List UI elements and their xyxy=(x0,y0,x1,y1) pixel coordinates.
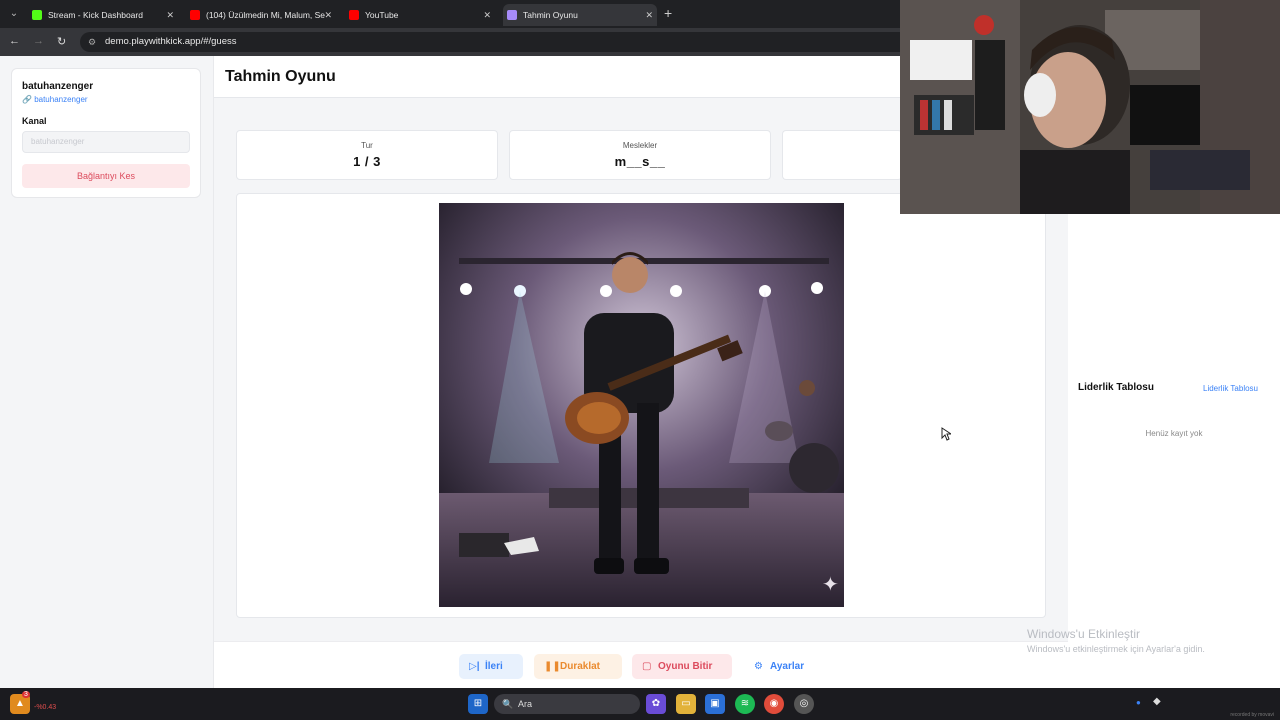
round-value: 1 / 3 xyxy=(353,154,381,169)
recorder-watermark: recorded by movavi xyxy=(1230,712,1274,718)
tab-title: Stream - Kick Dashboard xyxy=(48,10,143,20)
kanal-input[interactable]: batuhanzenger xyxy=(22,131,190,153)
watermark-title: Windows'u Etkinleştir xyxy=(1027,627,1140,641)
spotify-icon[interactable]: ≋ xyxy=(735,694,755,714)
end-game-button[interactable]: ▢ Oyunu Bitir xyxy=(632,654,732,679)
close-tab-icon[interactable]: ✕ xyxy=(483,4,491,26)
taskbar-search-placeholder: Ara xyxy=(518,699,533,709)
chrome-icon[interactable]: ◉ xyxy=(764,694,784,714)
skip-icon: ▷| xyxy=(469,661,480,672)
tab-tahmin-oyunu[interactable]: Tahmin Oyunu ✕ xyxy=(503,4,657,26)
image-panel: ✦ xyxy=(236,193,1046,618)
app-icon[interactable]: ◎ xyxy=(794,694,814,714)
windows-taskbar: ▲ 3 -%0.43 ⊞ 🔍 Ara ✿ ▭ ▣ ≋ ◉ ◎ ● ◆ recor… xyxy=(0,688,1280,720)
url-field[interactable]: ⚙ demo.playwithkick.app/#/guess xyxy=(80,32,910,52)
round-stat-card: Tur 1 / 3 xyxy=(236,130,498,180)
leaderboard-panel: Liderlik Tablosu Liderlik Tablosu Henüz … xyxy=(1068,214,1280,688)
settings-label: Ayarlar xyxy=(770,661,805,672)
channel-card: batuhanzenger 🔗 batuhanzenger Kanal batu… xyxy=(11,68,201,198)
stop-icon: ▢ xyxy=(642,661,652,672)
url-text: demo.playwithkick.app/#/guess xyxy=(105,36,237,47)
copilot-icon[interactable]: ✿ xyxy=(646,694,666,714)
tab-search-chevron-icon[interactable]: ⌄ xyxy=(6,6,22,22)
youtube-favicon-icon xyxy=(190,10,200,20)
tab-title: (104) Üzülmedin Mi, Malum, Se xyxy=(206,10,326,20)
store-icon[interactable]: ▣ xyxy=(705,694,725,714)
kick-favicon-icon xyxy=(32,10,42,20)
kanal-label: Kanal xyxy=(22,116,47,126)
tray-icon[interactable]: ◆ xyxy=(1153,696,1161,707)
guess-image: ✦ xyxy=(439,203,844,607)
forward-arrow-icon[interactable]: → xyxy=(33,35,44,47)
third-stat-card xyxy=(782,130,902,180)
rock-guitarist-image: ✦ xyxy=(439,203,844,607)
gear-icon: ⚙ xyxy=(754,661,763,672)
profession-stat-card: Meslekler m__s__ xyxy=(509,130,771,180)
sparkle-icon: ✦ xyxy=(822,572,839,596)
reload-icon[interactable]: ↻ xyxy=(57,35,66,48)
profession-hint: m__s__ xyxy=(614,154,666,169)
disconnect-button[interactable]: Bağlantıyı Kes xyxy=(22,164,190,188)
windows-start-icon[interactable]: ⊞ xyxy=(468,694,488,714)
profession-label: Meslekler xyxy=(622,141,658,150)
site-info-icon[interactable]: ⚙ xyxy=(88,32,96,52)
search-icon: 🔍 xyxy=(502,699,514,709)
webcam-overlay xyxy=(900,0,1280,214)
round-label: Tur xyxy=(361,141,373,150)
end-label: Oyunu Bitir xyxy=(658,661,713,672)
mouse-cursor-icon xyxy=(941,427,951,441)
watermark-subtitle: Windows'u etkinleştirmek için Ayarlar'a … xyxy=(1027,644,1205,654)
tab-kick-dashboard[interactable]: Stream - Kick Dashboard ✕ xyxy=(28,4,178,26)
close-tab-icon[interactable]: ✕ xyxy=(324,4,332,26)
tab-youtube[interactable]: YouTube ✕ xyxy=(345,4,495,26)
stock-change: -%0.43 xyxy=(34,704,57,711)
page-title: Tahmin Oyunu xyxy=(225,68,336,85)
user-link-text: batuhanzenger xyxy=(34,95,88,104)
tab-title: Tahmin Oyunu xyxy=(523,10,578,20)
close-tab-icon[interactable]: ✕ xyxy=(645,4,653,26)
file-explorer-icon[interactable]: ▭ xyxy=(676,694,696,714)
next-label: İleri xyxy=(485,661,503,672)
pause-button[interactable]: ❚❚ Duraklat xyxy=(534,654,622,679)
status-dot-icon: ● xyxy=(1136,698,1141,707)
close-tab-icon[interactable]: ✕ xyxy=(166,4,174,26)
youtube-favicon-icon xyxy=(349,10,359,20)
app-favicon-icon xyxy=(507,10,517,20)
pause-icon: ❚❚ xyxy=(544,661,561,672)
username: batuhanzenger xyxy=(22,81,94,92)
controls-bar: ▷| İleri ❚❚ Duraklat ▢ Oyunu Bitir ⚙ Ayarlar xyxy=(214,641,1069,688)
pause-label: Duraklat xyxy=(560,661,601,672)
next-button[interactable]: ▷| İleri xyxy=(459,654,523,679)
webcam-video xyxy=(900,0,1280,214)
taskbar-search[interactable]: 🔍 Ara xyxy=(494,694,640,714)
leaderboard-title: Liderlik Tablosu xyxy=(1078,382,1154,393)
tab-youtube-video[interactable]: (104) Üzülmedin Mi, Malum, Se ✕ xyxy=(186,4,336,26)
notification-badge: 3 xyxy=(22,691,30,698)
new-tab-plus-icon[interactable]: + xyxy=(664,5,672,21)
leaderboard-link[interactable]: Liderlik Tablosu xyxy=(1203,384,1258,393)
back-arrow-icon[interactable]: ← xyxy=(9,35,20,47)
tab-title: YouTube xyxy=(365,10,399,20)
settings-button[interactable]: ⚙ Ayarlar xyxy=(744,654,814,679)
leaderboard-empty-text: Henüz kayıt yok xyxy=(1145,429,1203,438)
windows-activation-watermark: Windows'u Etkinleştir Windows'u etkinleş… xyxy=(1027,627,1205,654)
user-link[interactable]: 🔗 batuhanzenger xyxy=(22,95,190,104)
